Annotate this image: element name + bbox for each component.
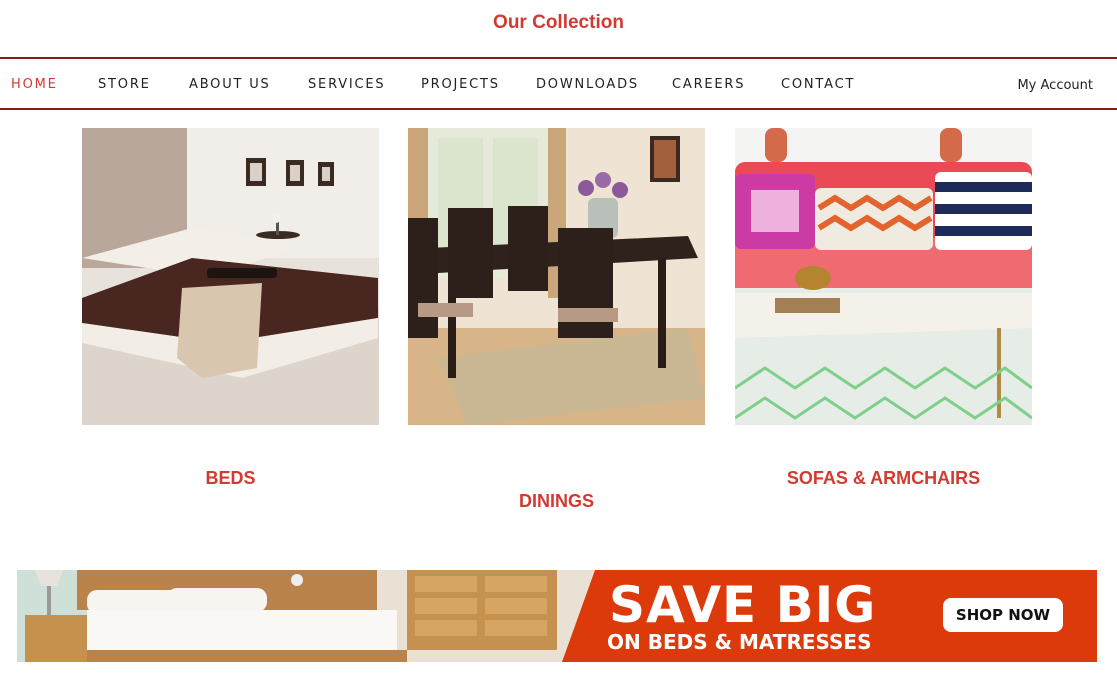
nav-downloads[interactable]: DOWNLOADS bbox=[536, 77, 639, 92]
category-sofas-label[interactable]: SOFAS & ARMCHAIRS bbox=[735, 468, 1032, 489]
nav-services[interactable]: SERVICES bbox=[308, 77, 385, 92]
nav-home[interactable]: HOME bbox=[11, 77, 58, 92]
promo-banner[interactable]: SAVE BIG ON BEDS & MATRESSES SHOP NOW bbox=[17, 570, 1097, 662]
category-dinings-label[interactable]: DININGS bbox=[408, 491, 705, 512]
sofas-armchairs-image[interactable] bbox=[735, 128, 1032, 425]
nav-contact[interactable]: CONTACT bbox=[781, 77, 855, 92]
banner-headline: SAVE BIG bbox=[609, 576, 877, 634]
nav-projects[interactable]: PROJECTS bbox=[421, 77, 500, 92]
bed-photo bbox=[82, 128, 379, 425]
banner-bedroom-photo bbox=[17, 570, 1097, 662]
my-account-link[interactable]: My Account bbox=[1017, 78, 1093, 93]
nav-careers[interactable]: CAREERS bbox=[672, 77, 745, 92]
main-navigation: HOME STORE ABOUT US SERVICES PROJECTS DO… bbox=[0, 57, 1117, 110]
dining-set-photo bbox=[408, 128, 705, 425]
banner-subline: ON BEDS & MATRESSES bbox=[607, 630, 872, 654]
nav-store[interactable]: STORE bbox=[98, 77, 151, 92]
sofa-photo bbox=[735, 128, 1032, 425]
page-title: Our Collection bbox=[493, 12, 624, 33]
beds-image[interactable] bbox=[82, 128, 379, 425]
category-beds-label[interactable]: BEDS bbox=[82, 468, 379, 489]
dinings-image[interactable] bbox=[408, 128, 705, 425]
shop-now-button[interactable]: SHOP NOW bbox=[943, 598, 1063, 632]
nav-about-us[interactable]: ABOUT US bbox=[189, 77, 271, 92]
